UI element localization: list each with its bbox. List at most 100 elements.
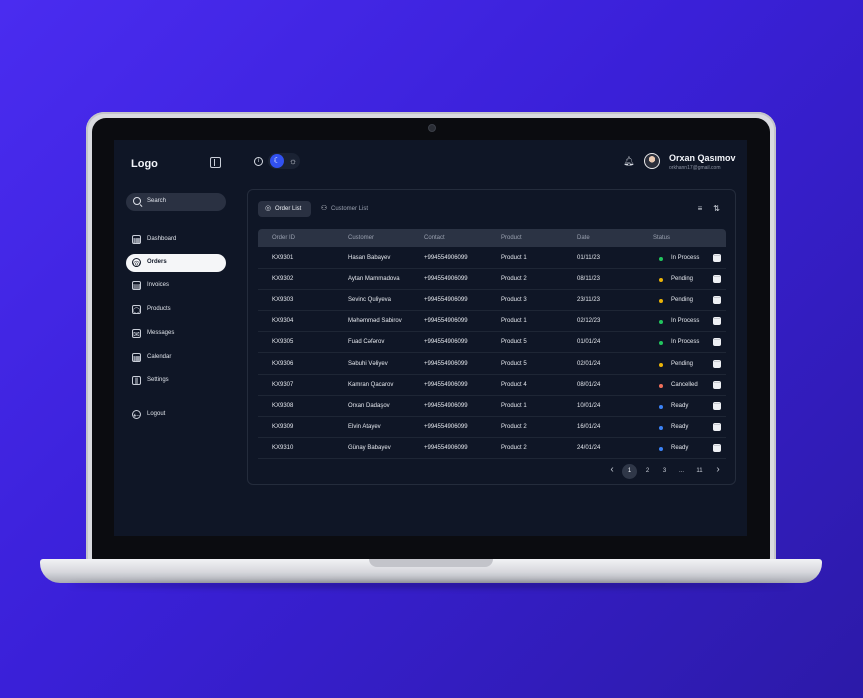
more-options-icon[interactable]: ··· — [713, 401, 721, 410]
tab-customer-list[interactable]: ⚇ Customer List — [314, 201, 380, 217]
status-badge: Ready — [671, 423, 689, 430]
status-dot — [659, 341, 663, 346]
page-ellipsis: ... — [678, 468, 684, 474]
table-row[interactable]: KX9309 Elvin Atayev +994554906099 Product 2… — [258, 417, 726, 438]
cell-id: KX9301 — [272, 255, 294, 261]
cell-contact: +994554906099 — [424, 444, 468, 451]
sidebar-item-invoices[interactable]: ▤ Invoices — [126, 277, 226, 295]
column-header[interactable]: Status — [653, 235, 670, 241]
status-dot — [659, 257, 663, 261]
prev-page-icon[interactable]: ‹ — [608, 465, 616, 475]
table-row[interactable]: KX9302 Aytan Mammadova +994554906099 Produc… — [258, 269, 726, 291]
cell-id: KX9306 — [272, 360, 294, 367]
tab-order-list[interactable]: ◎ Order List — [258, 201, 311, 217]
status-badge: Cancelled — [671, 381, 698, 388]
calendar-icon: ▦ — [132, 353, 141, 363]
logout-button[interactable]: ⇠ Logout — [126, 406, 226, 424]
cell-date: 16/01/24 — [577, 423, 601, 430]
cell-contact: +994554906099 — [424, 297, 468, 304]
cell-product: Product 5 — [501, 339, 527, 346]
table-row[interactable]: KX9308 Orxan Dadaşov +994554906099 Product … — [258, 396, 726, 417]
more-options-icon[interactable]: ··· — [713, 295, 721, 305]
next-page-icon[interactable]: › — [714, 465, 722, 475]
search-placeholder: Search — [147, 198, 167, 204]
filter-icon[interactable]: ≡ — [696, 205, 704, 213]
table-row[interactable]: KX9304 Məhəmməd Sabirov +994554906099 Produ… — [258, 311, 726, 333]
sidebar-item-label: Products — [147, 306, 171, 312]
page-button[interactable]: 3 — [657, 464, 672, 479]
cell-date: 01/01/24 — [577, 339, 601, 346]
cell-id: KX9304 — [272, 318, 294, 325]
cell-date: 02/12/23 — [577, 318, 601, 325]
sidebar-collapse-icon[interactable] — [210, 157, 221, 168]
status-dot — [659, 404, 663, 409]
cell-contact: +994554906099 — [424, 402, 468, 409]
status-badge: Ready — [671, 444, 689, 451]
status-badge: Pending — [671, 360, 694, 367]
sidebar-item-orders[interactable]: ◎ Orders — [126, 254, 226, 272]
status-badge: Pending — [671, 297, 694, 304]
more-options-icon[interactable]: ··· — [713, 337, 721, 347]
orders-icon: ◎ — [132, 258, 141, 268]
more-options-icon[interactable]: ··· — [713, 316, 721, 326]
users-icon: ⚇ — [320, 205, 328, 212]
user-name: Orxan Qasımov — [669, 153, 736, 163]
bell-icon[interactable]: 🔔︎ — [623, 156, 634, 166]
table-row[interactable]: KX9310 Günay Babayev +994554906099 Product … — [258, 438, 726, 459]
sidebar-item-dashboard[interactable]: ▦ Dashboard — [126, 231, 226, 249]
column-header[interactable]: Customer — [348, 235, 374, 241]
sidebar-item-label: Messages — [147, 330, 175, 336]
sort-icon[interactable]: ⇅ — [712, 204, 721, 213]
cell-product: Product 5 — [501, 360, 527, 367]
more-options-icon[interactable]: ··· — [713, 422, 721, 431]
sidebar-item-label: Invoices — [147, 282, 170, 288]
sidebar-item-calendar[interactable]: ▦ Calendar — [126, 349, 226, 367]
column-header[interactable]: Contact — [424, 235, 445, 241]
table-row[interactable]: KX9305 Fuad Cəfərov +994554906099 Product 5… — [258, 332, 726, 354]
cell-contact: +994554906099 — [424, 318, 468, 325]
table-row[interactable]: KX9307 Kamran Qacarov +994554906099 Product… — [258, 375, 726, 396]
status-dot — [659, 425, 663, 430]
column-header[interactable]: Order ID — [272, 235, 295, 241]
cell-date: 24/01/24 — [577, 444, 601, 451]
sidebar-item-settings[interactable]: ⫼ Settings — [126, 372, 226, 390]
more-options-icon[interactable]: ··· — [713, 443, 721, 452]
cell-contact: +994554906099 — [424, 381, 468, 388]
status-badge: In Process — [671, 255, 700, 261]
table-row[interactable]: KX9301 Hasan Babayev +994554906099 Product … — [258, 248, 726, 269]
sidebar-item-messages[interactable]: ✉ Messages — [126, 325, 226, 343]
cell-contact: +994554906099 — [424, 339, 468, 346]
cell-product: Product 1 — [501, 255, 527, 261]
sidebar-item-products[interactable]: ⬡ Products — [126, 301, 226, 319]
table-row[interactable]: KX9306 Səbuhi Vəliyev +994554906099 Product… — [258, 354, 726, 375]
moon-icon[interactable]: ☾ — [270, 154, 284, 168]
more-options-icon[interactable]: ··· — [713, 380, 721, 389]
sidebar-item-label: Dashboard — [147, 236, 177, 242]
cell-id: KX9302 — [272, 276, 294, 283]
more-options-icon[interactable]: ··· — [713, 359, 721, 368]
cell-product: Product 2 — [501, 423, 527, 430]
page-button[interactable]: 1 — [622, 464, 637, 479]
cell-product: Product 1 — [501, 318, 527, 325]
laptop-shadow — [70, 582, 792, 588]
more-options-icon[interactable]: ··· — [713, 274, 721, 284]
cell-id: KX9310 — [272, 444, 294, 451]
table-row[interactable]: KX9303 Sevinc Quliyeva +994554906099 Produc… — [258, 290, 726, 312]
more-options-icon[interactable]: ··· — [713, 253, 721, 262]
avatar[interactable] — [644, 153, 660, 169]
search-input[interactable] — [126, 193, 226, 211]
sun-icon[interactable]: ☼ — [287, 154, 299, 168]
column-header[interactable]: Product — [501, 235, 522, 241]
dashboard-icon: ▦ — [132, 235, 141, 245]
search-icon — [133, 197, 141, 205]
cell-id: KX9307 — [272, 381, 294, 388]
status-dot — [659, 299, 663, 304]
info-icon[interactable]: i — [254, 157, 263, 166]
laptop-notch — [369, 559, 493, 567]
page-button[interactable]: 2 — [640, 464, 655, 479]
page-button[interactable]: 11 — [692, 464, 707, 479]
cell-customer: Fuad Cəfərov — [348, 339, 385, 346]
sidebar-item-label: Calendar — [147, 354, 172, 360]
column-header[interactable]: Date — [577, 235, 590, 241]
logout-label: Logout — [147, 411, 166, 417]
